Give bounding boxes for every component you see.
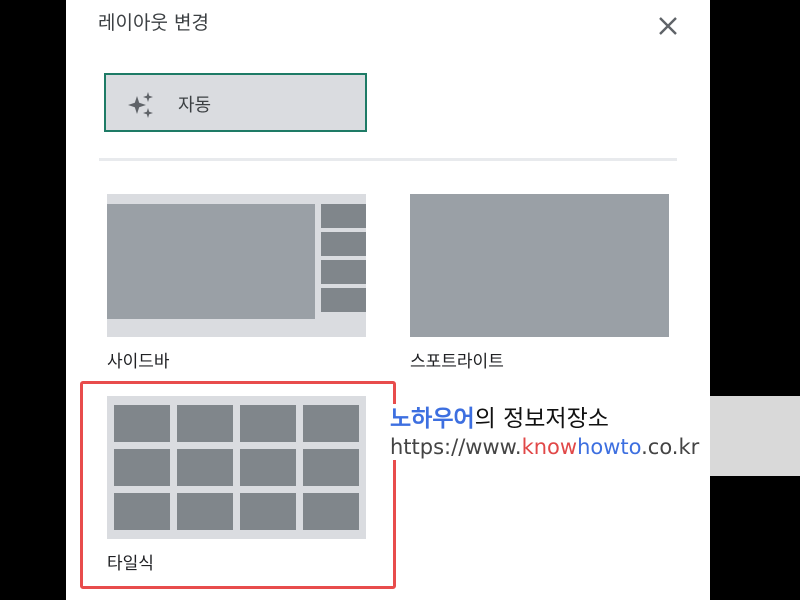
auto-option-label: 자동 xyxy=(178,95,212,116)
spotlight-layout-thumbnail xyxy=(410,194,669,337)
layout-option-sidebar[interactable]: 사이드바 xyxy=(107,194,366,374)
watermark-url-prefix: https://www. xyxy=(390,435,522,459)
watermark: 노하우어의 정보저장소 https://www.knowhowto.co.kr xyxy=(390,404,700,460)
watermark-url-know: know xyxy=(521,435,578,459)
close-icon[interactable] xyxy=(656,14,680,38)
spotlight-option-label: 스포트라이트 xyxy=(410,352,504,372)
watermark-url: https://www.knowhowto.co.kr xyxy=(390,434,699,460)
dialog-title: 레이아웃 변경 xyxy=(98,12,209,34)
divider xyxy=(99,158,677,161)
watermark-title: 노하우어의 정보저장소 xyxy=(390,404,699,434)
sidebar-layout-thumbnail xyxy=(107,194,366,337)
layout-option-spotlight[interactable]: 스포트라이트 xyxy=(410,194,669,374)
sidebar-option-label: 사이드바 xyxy=(107,352,170,372)
watermark-url-howto: howto xyxy=(577,435,642,459)
sparkle-icon xyxy=(126,90,156,120)
background-strip xyxy=(710,396,800,476)
watermark-brand: 노하우어 xyxy=(390,406,475,432)
watermark-url-suffix: .co.kr xyxy=(641,435,700,459)
watermark-brand-suffix: 의 정보저장소 xyxy=(474,406,609,432)
highlight-box xyxy=(80,381,396,589)
auto-layout-option[interactable]: 자동 xyxy=(104,73,367,132)
